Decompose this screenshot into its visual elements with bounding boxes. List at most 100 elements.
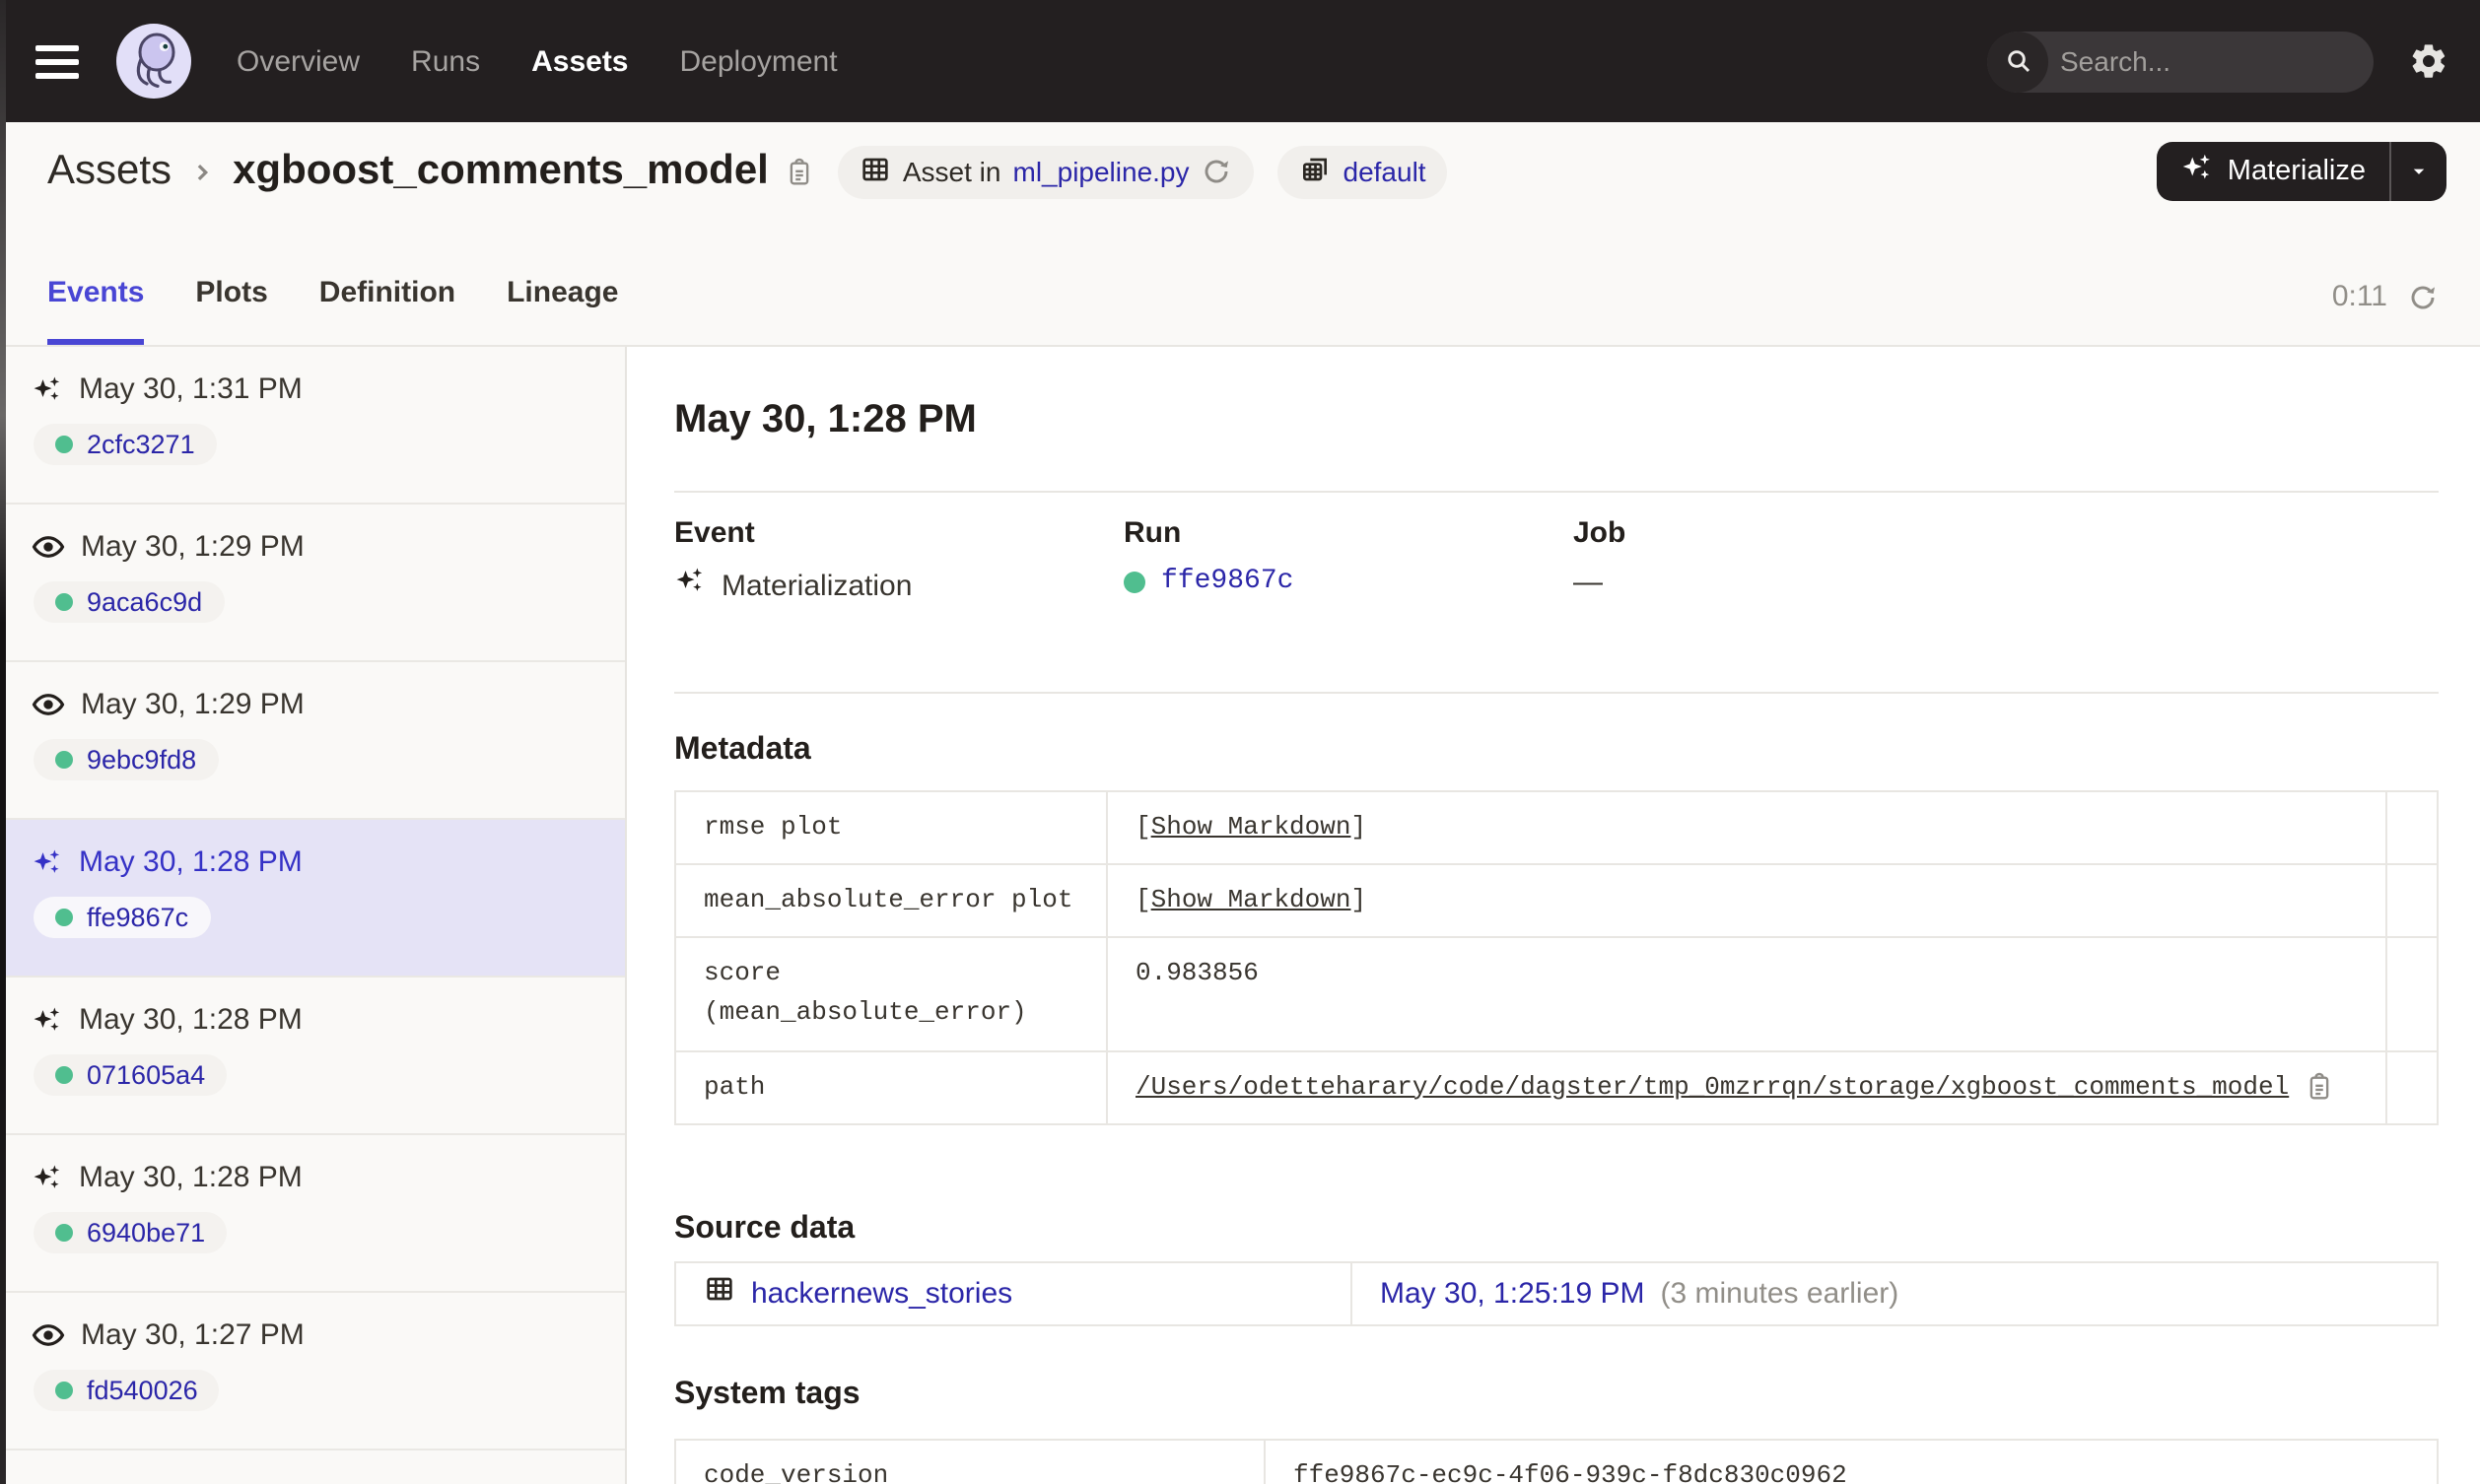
event-detail-panel: May 30, 1:28 PM Event Materialization Ru…	[627, 347, 2480, 1484]
run-id: 9ebc9fd8	[87, 745, 197, 775]
dagster-app: Overview Runs Assets Deployment / Assets	[0, 0, 2480, 1484]
run-status-dot	[55, 751, 73, 769]
metadata-row: mean_absolute_error plot [Show Markdown]	[676, 865, 2437, 939]
run-link[interactable]: ffe9867c	[1161, 566, 1293, 597]
tab-plots[interactable]: Plots	[195, 276, 267, 345]
system-tag-row: code_version ffe9867c-ec9c-4f06-939c-f8dc…	[676, 1440, 2437, 1484]
metadata-key: rmse plot	[676, 792, 1108, 864]
copy-path-icon[interactable]	[2305, 1072, 2334, 1102]
refresh-timer: 0:11	[2331, 280, 2387, 313]
run-id: 2cfc3271	[87, 430, 195, 459]
metadata-value: 0.983856	[1136, 958, 1259, 988]
event-list: May 30, 1:31 PM 2cfc3271 May 30, 1:29 PM 9…	[0, 347, 627, 1484]
materialize-dropdown-caret[interactable]	[2391, 142, 2446, 201]
metadata-key: mean_absolute_error plot	[676, 865, 1108, 937]
dagster-logo[interactable]	[114, 22, 193, 101]
top-nav: Overview Runs Assets Deployment /	[0, 0, 2480, 122]
source-time-note: (3 minutes earlier)	[1660, 1276, 1899, 1311]
show-markdown-link[interactable]: Show Markdown	[1151, 812, 1351, 842]
menu-icon[interactable]	[35, 44, 79, 78]
copy-asset-name-icon[interactable]	[785, 157, 814, 186]
event-timestamp: May 30, 1:28 PM	[79, 1161, 303, 1194]
run-status-dot	[55, 909, 73, 926]
expand-cell[interactable]	[2385, 792, 2437, 864]
metadata-heading: Metadata	[674, 733, 811, 767]
nav-item-deployment[interactable]: Deployment	[680, 44, 838, 78]
breadcrumb-assets-link[interactable]: Assets	[47, 148, 172, 195]
run-id: fd540026	[87, 1376, 198, 1405]
system-tags-table: code_version ffe9867c-ec9c-4f06-939c-f8dc…	[674, 1438, 2439, 1484]
nav-item-runs[interactable]: Runs	[411, 44, 480, 78]
run-link[interactable]: 6940be71	[34, 1212, 228, 1253]
code-location-link[interactable]: ml_pipeline.py	[1013, 156, 1190, 187]
run-id: 071605a4	[87, 1060, 206, 1090]
tab-events[interactable]: Events	[47, 276, 145, 345]
run-link[interactable]: fd540026	[34, 1370, 220, 1411]
metadata-key: path	[676, 1051, 1108, 1123]
show-markdown-link[interactable]: Show Markdown	[1151, 885, 1351, 914]
metadata-table: rmse plot [Show Markdown] mean_absolute_er…	[674, 790, 2439, 1125]
event-title: May 30, 1:28 PM	[674, 398, 977, 441]
run-link[interactable]: 9ebc9fd8	[34, 739, 219, 780]
divider	[674, 491, 2439, 493]
system-tags-heading: System tags	[674, 1377, 861, 1411]
nav-item-assets[interactable]: Assets	[531, 44, 628, 78]
event-list-item[interactable]: May 30, 1:29 PM 9ebc9fd8	[0, 662, 625, 820]
search-box[interactable]: /	[1987, 31, 2374, 92]
job-value: —	[1573, 566, 1603, 599]
path-link[interactable]: /Users/odetteharary/code/dagster/tmp_0mz…	[1136, 1067, 2289, 1107]
reload-location-icon[interactable]	[1202, 156, 1233, 187]
refresh-icon[interactable]	[2407, 281, 2439, 312]
settings-gear-icon[interactable]	[2409, 41, 2448, 81]
run-column-label: Run	[1124, 516, 1182, 550]
event-list-item[interactable]: May 30, 1:28 PM ffe9867c	[0, 820, 625, 978]
materialization-icon	[674, 566, 706, 605]
materialization-icon	[32, 846, 63, 878]
observation-icon	[32, 688, 65, 721]
source-data-heading: Source data	[674, 1211, 856, 1246]
expand-cell[interactable]	[2385, 1051, 2437, 1123]
nav-right: /	[1987, 31, 2448, 92]
event-timestamp: May 30, 1:28 PM	[79, 845, 303, 879]
tag-key: code_version	[676, 1440, 1266, 1484]
expand-cell[interactable]	[2385, 938, 2437, 1050]
run-status-dot	[55, 1224, 73, 1242]
source-time-link[interactable]: May 30, 1:25:19 PM	[1380, 1276, 1645, 1310]
repo-link[interactable]: default	[1343, 156, 1426, 187]
event-list-item[interactable]: May 30, 1:28 PM 071605a4	[0, 978, 625, 1135]
tab-lineage[interactable]: Lineage	[507, 276, 618, 345]
event-list-item[interactable]: May 30, 1:31 PM 2cfc3271	[0, 347, 625, 505]
breadcrumb: Assets xgboost_comments_model Asset in m…	[0, 122, 2480, 221]
content: May 30, 1:31 PM 2cfc3271 May 30, 1:29 PM 9…	[0, 347, 2480, 1484]
run-link[interactable]: ffe9867c	[34, 897, 211, 938]
run-id: ffe9867c	[87, 903, 189, 932]
search-input[interactable]	[2048, 45, 2374, 77]
event-column-label: Event	[674, 516, 755, 550]
tab-definition[interactable]: Definition	[319, 276, 455, 345]
tab-bar: Events Plots Definition Lineage 0:11	[0, 221, 2480, 347]
event-list-item[interactable]: May 30, 1:27 PM fd540026	[0, 1293, 625, 1450]
observation-icon	[32, 1318, 65, 1352]
run-status-dot	[55, 436, 73, 453]
event-list-item[interactable]: May 30, 1:28 PM 6940be71	[0, 1135, 625, 1293]
materialize-button-group: Materialize	[2156, 142, 2446, 201]
nav-item-overview[interactable]: Overview	[237, 44, 360, 78]
run-link[interactable]: 9aca6c9d	[34, 581, 225, 623]
chevron-right-icon	[187, 157, 217, 186]
metadata-row: rmse plot [Show Markdown]	[676, 792, 2437, 866]
tabs: Events Plots Definition Lineage	[47, 221, 618, 345]
code-location-badge: Asset in ml_pipeline.py	[837, 145, 1255, 198]
event-list-item[interactable]: May 30, 1:29 PM 9aca6c9d	[0, 505, 625, 662]
event-timestamp: May 30, 1:29 PM	[81, 688, 305, 721]
primary-nav: Overview Runs Assets Deployment	[237, 44, 838, 78]
run-link[interactable]: 2cfc3271	[34, 424, 217, 465]
metadata-key: score (mean_absolute_error)	[676, 938, 1108, 1050]
asset-name: xgboost_comments_model	[233, 148, 769, 193]
expand-cell[interactable]	[2385, 865, 2437, 937]
source-asset-link[interactable]: hackernews_stories	[751, 1276, 1012, 1310]
materialization-icon	[32, 1004, 63, 1036]
run-link[interactable]: 071605a4	[34, 1054, 228, 1096]
materialize-button[interactable]: Materialize	[2157, 151, 2389, 192]
asset-grid-icon	[704, 1273, 735, 1313]
event-timestamp: May 30, 1:31 PM	[79, 372, 303, 406]
